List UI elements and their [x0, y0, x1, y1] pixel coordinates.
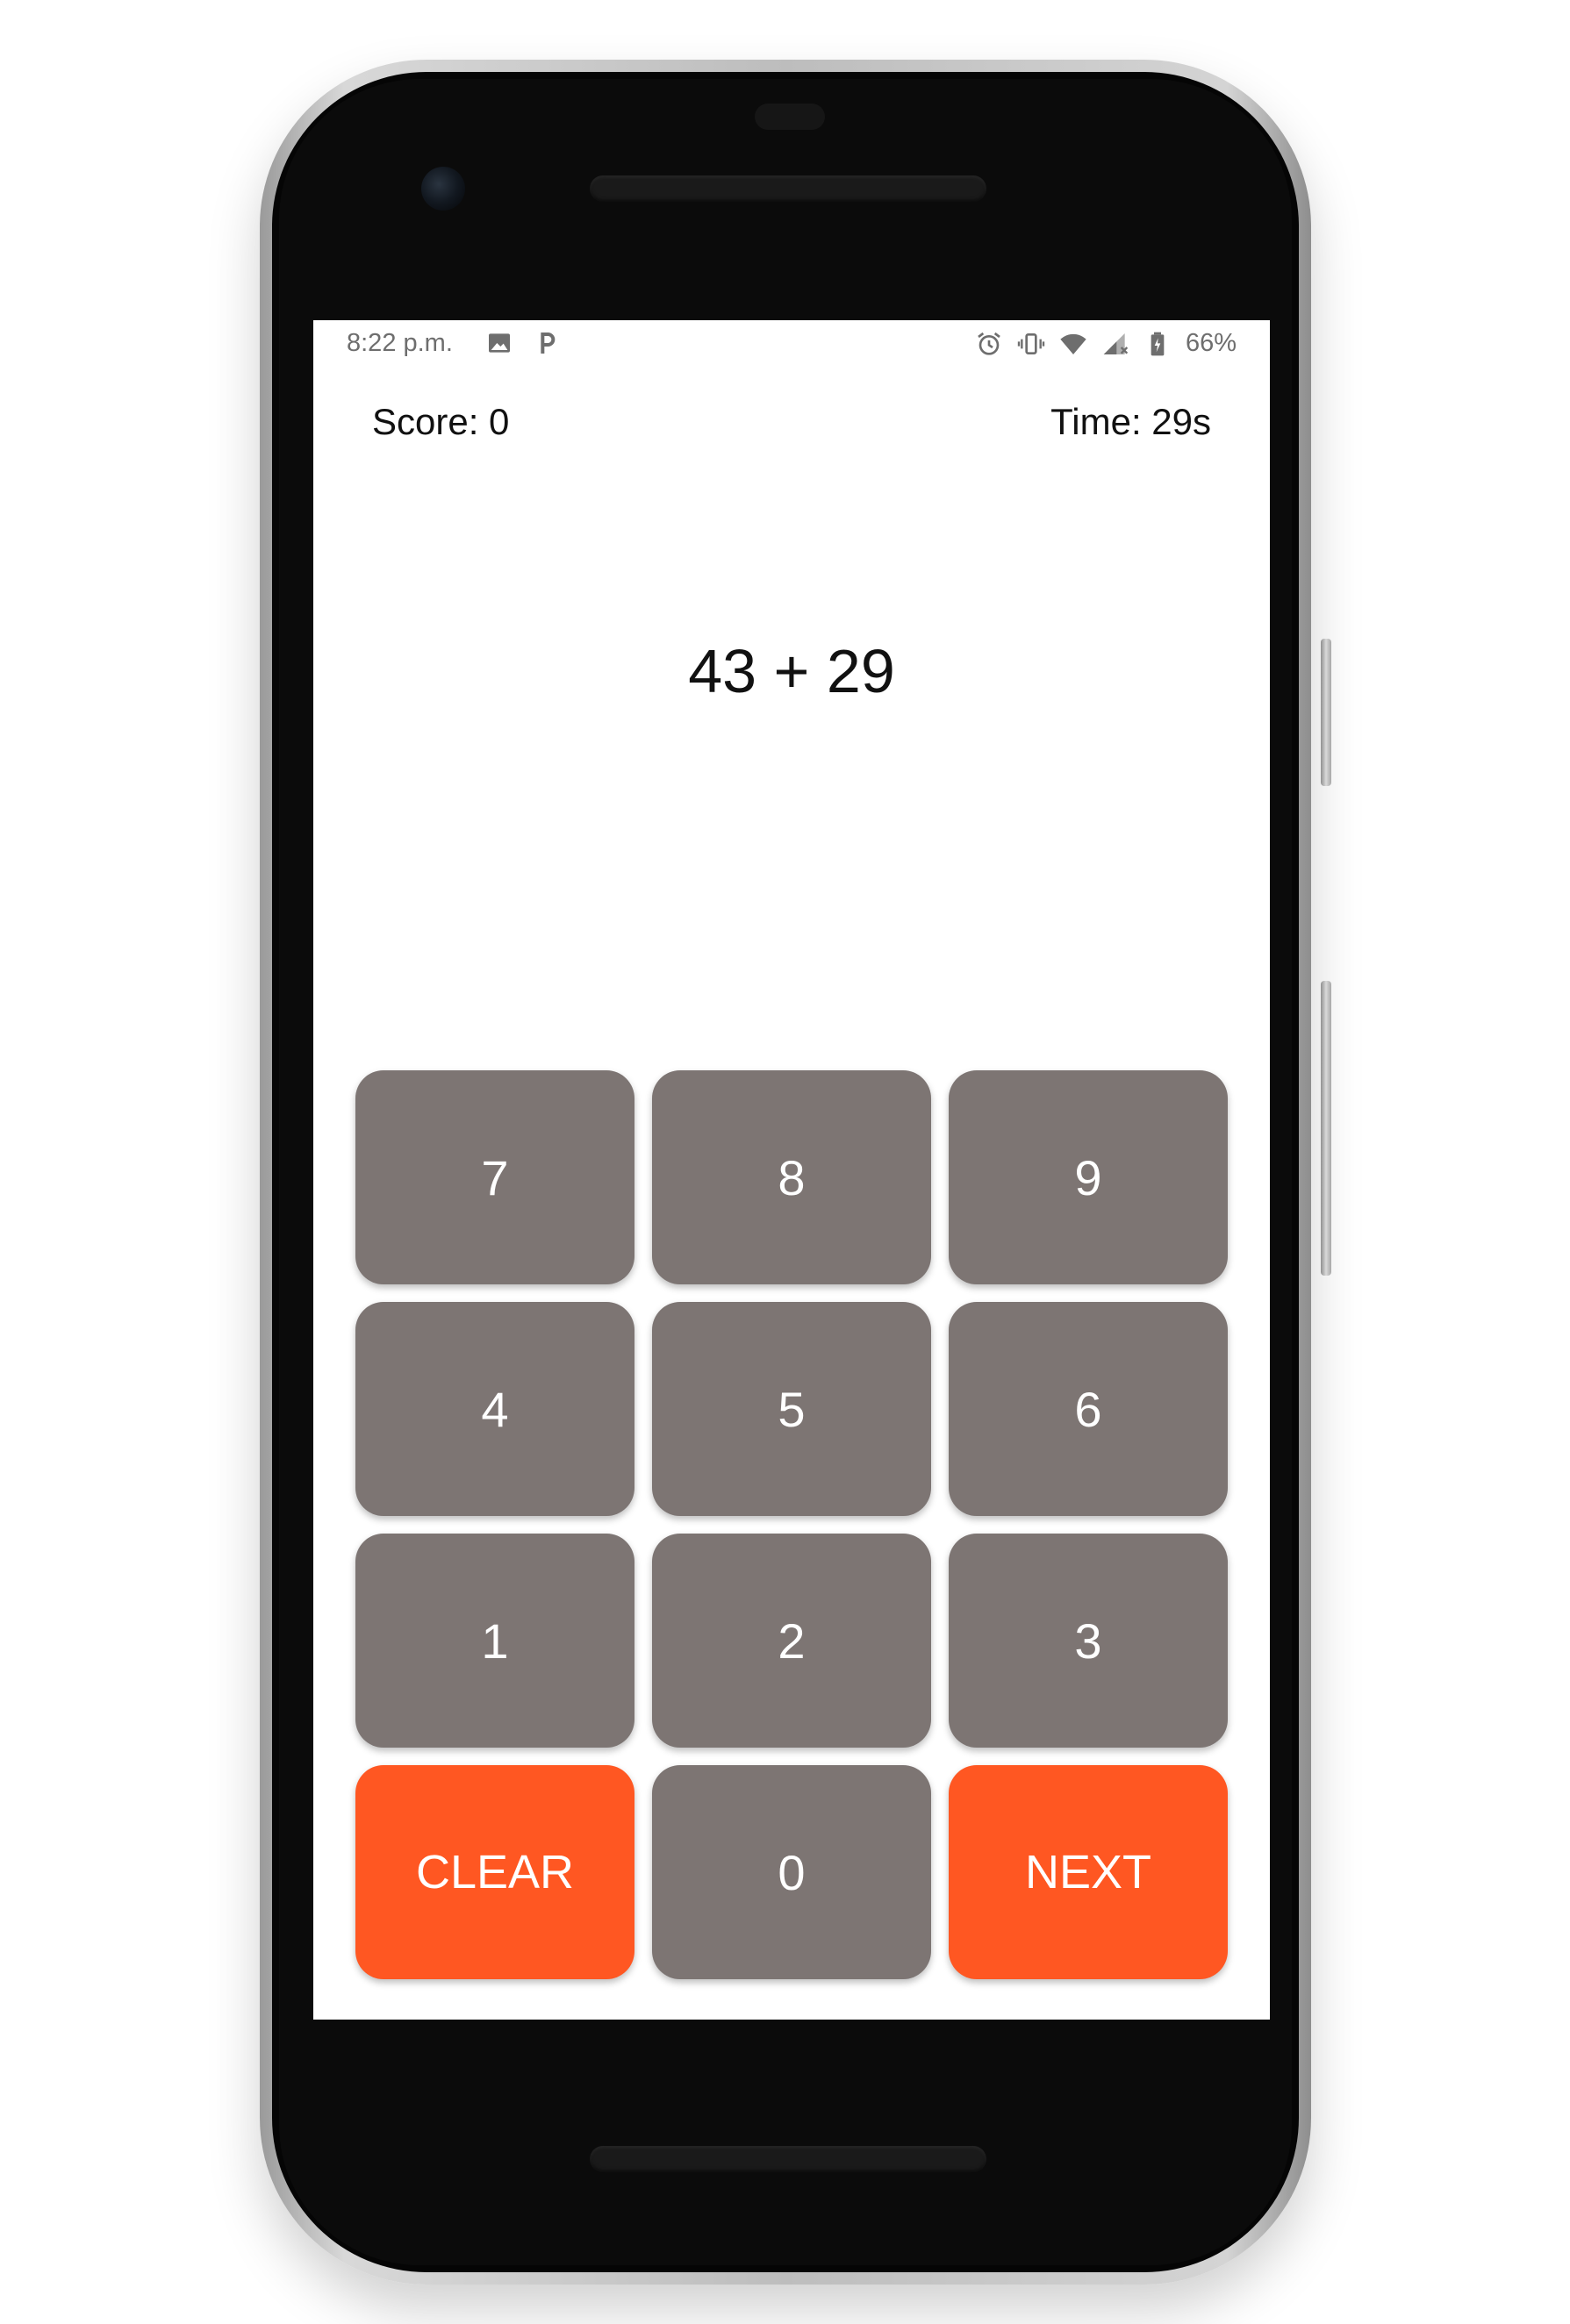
key-4-button[interactable]: 4 — [355, 1302, 634, 1516]
score-label: Score: 0 — [372, 401, 510, 442]
keypad: 7 8 9 4 5 6 1 2 3 CLEAR 0 NEXT — [355, 1070, 1229, 1979]
parking-icon — [541, 333, 556, 354]
key-2-button[interactable]: 2 — [652, 1534, 931, 1748]
battery-icon — [1151, 332, 1165, 355]
stage: 8:22 p.m. 66% Score: 0 Time: 29s 43 + 29… — [0, 0, 1570, 2324]
key-7-button[interactable]: 7 — [355, 1070, 634, 1284]
key-1-button[interactable]: 1 — [355, 1534, 634, 1748]
image-icon — [489, 333, 510, 353]
alarm-icon — [978, 332, 1000, 355]
status-left-icons — [485, 329, 561, 357]
next-button[interactable]: NEXT — [949, 1765, 1228, 1979]
clear-button[interactable]: CLEAR — [355, 1765, 634, 1979]
key-8-button[interactable]: 8 — [652, 1070, 931, 1284]
key-0-button[interactable]: 0 — [652, 1765, 931, 1979]
proximity-sensor — [755, 104, 825, 130]
vibrate-icon — [1017, 333, 1045, 354]
question-text: 43 + 29 — [688, 637, 895, 705]
status-right-icons: 66% — [975, 329, 1237, 358]
battery-percent: 66% — [1185, 329, 1237, 357]
volume-button — [1321, 981, 1331, 1276]
status-bar: 8:22 p.m. 66% — [313, 320, 1270, 371]
app-screen: 8:22 p.m. 66% Score: 0 Time: 29s 43 + 29… — [313, 320, 1270, 2020]
bottom-speaker — [590, 2146, 986, 2172]
key-6-button[interactable]: 6 — [949, 1302, 1228, 1516]
key-9-button[interactable]: 9 — [949, 1070, 1228, 1284]
power-button — [1321, 639, 1331, 786]
wifi-icon — [1060, 333, 1086, 354]
signal-icon — [1103, 333, 1129, 354]
earpiece-speaker — [590, 175, 986, 202]
key-5-button[interactable]: 5 — [652, 1302, 931, 1516]
key-3-button[interactable]: 3 — [949, 1534, 1228, 1748]
status-time: 8:22 p.m. — [347, 329, 453, 357]
front-camera-icon — [421, 167, 465, 211]
timer-label: Time: 29s — [1050, 401, 1211, 442]
